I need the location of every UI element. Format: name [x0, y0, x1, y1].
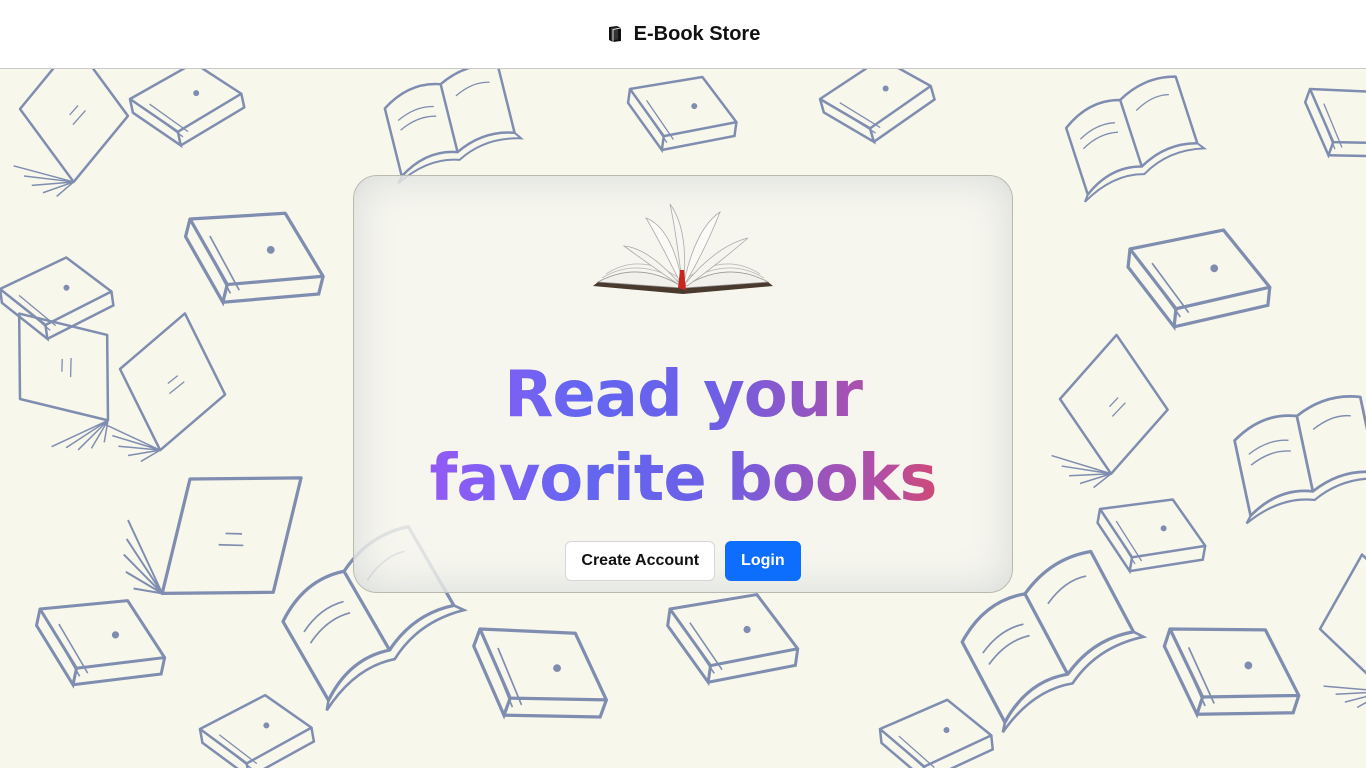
- login-button[interactable]: Login: [725, 541, 801, 581]
- brand-link[interactable]: E-Book Store: [606, 22, 761, 46]
- hero-headline: Read your favorite books: [363, 353, 1003, 521]
- open-book-image: [593, 203, 773, 294]
- navbar: E-Book Store: [0, 0, 1366, 69]
- hero-card: Read your favorite books Create Account …: [353, 175, 1013, 593]
- create-account-button[interactable]: Create Account: [565, 541, 716, 581]
- hero-section: Read your favorite books Create Account …: [0, 69, 1366, 768]
- brand-label: E-Book Store: [633, 22, 761, 45]
- book-icon: [608, 26, 621, 42]
- hero-button-group: Create Account Login: [565, 541, 801, 581]
